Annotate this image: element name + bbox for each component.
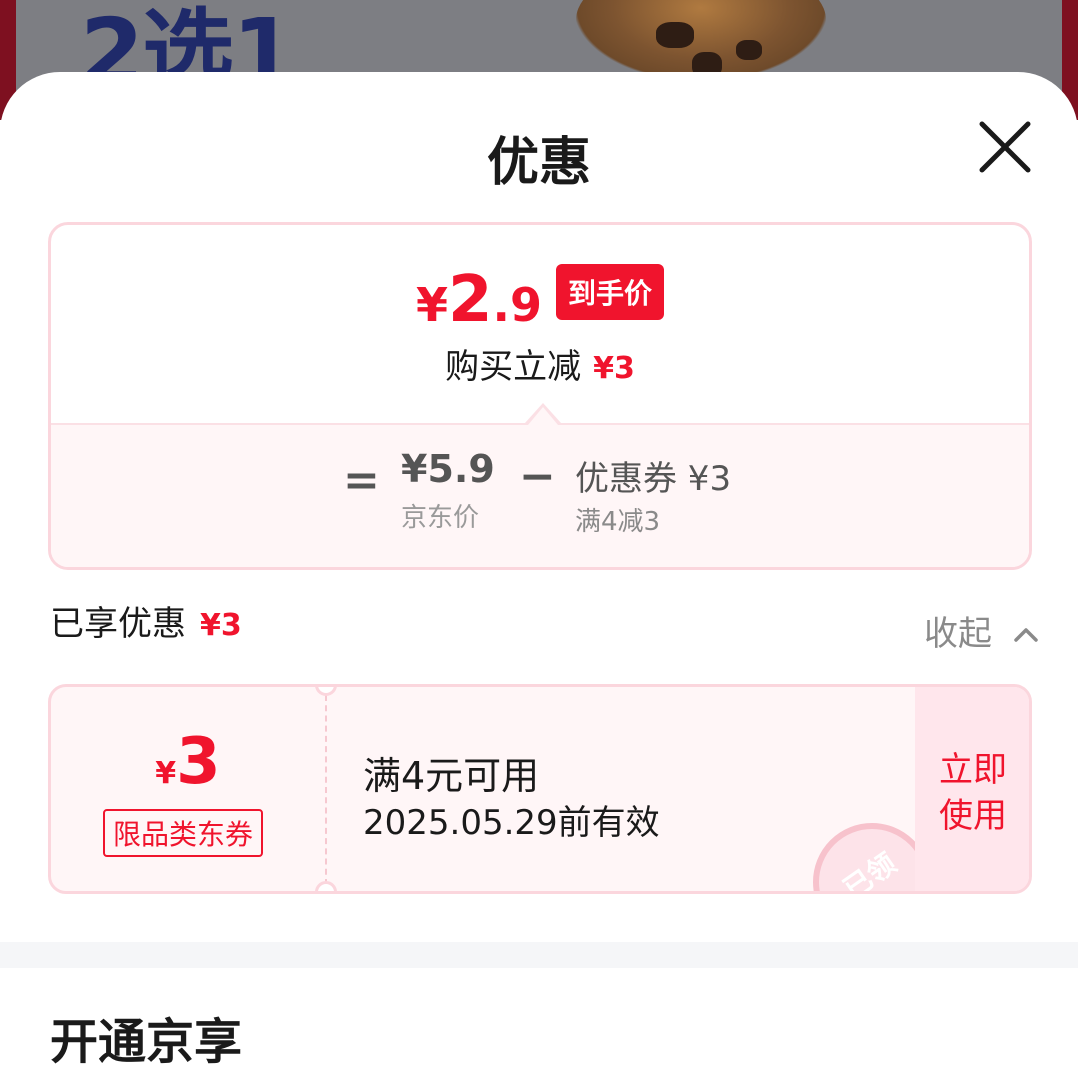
enjoyed-discount: 已享优惠 ¥3: [50, 596, 242, 645]
base-price: ¥5.9: [401, 447, 495, 491]
discount-sheet: 优惠 ¥2.9 到手价 购买立减 ¥3 = ¥5.9 京东价 − 优惠券 ¥3 满4…: [0, 72, 1078, 1070]
coupon-deduction: 优惠券 ¥3: [575, 459, 732, 499]
claimed-stamp-label: 已领: [837, 846, 903, 894]
section-divider: [0, 942, 1078, 968]
collapse-button[interactable]: 收起: [924, 606, 1039, 655]
price-formula: = ¥5.9 京东价 − 优惠券 ¥3 满4减3: [51, 423, 1029, 567]
close-button[interactable]: [976, 118, 1034, 176]
final-price-decimal: .9: [492, 278, 542, 332]
next-section-title: 开通京享: [50, 1014, 243, 1070]
coupon-card[interactable]: ¥3 限品类东券 满4元可用 2025.05.29前有效 已领 立即使用: [48, 684, 1032, 894]
minus-sign: −: [519, 451, 556, 502]
enjoyed-amount: ¥3: [200, 608, 242, 643]
close-icon: [979, 121, 1031, 173]
coupon-value-panel: ¥3 限品类东券: [51, 687, 325, 891]
instant-reduction: 购买立减 ¥3: [51, 339, 1029, 388]
use-now-label: 立即使用: [939, 750, 1007, 836]
collapse-label: 收起: [924, 614, 992, 654]
coupon-amount: ¥3: [51, 725, 325, 799]
chevron-up-icon: [1013, 612, 1039, 652]
coupon-validity: 2025.05.29前有效: [363, 803, 660, 843]
reduction-amount: ¥3: [593, 351, 635, 386]
use-now-button[interactable]: 立即使用: [915, 687, 1029, 891]
coupon-amount-number: 3: [176, 725, 221, 799]
coupon-condition: 满4元可用: [363, 754, 540, 798]
price-breakdown-card: ¥2.9 到手价 购买立减 ¥3 = ¥5.9 京东价 − 优惠券 ¥3 满4减3: [48, 222, 1032, 570]
reduction-label: 购买立减: [445, 347, 582, 387]
coupon-currency: ¥: [155, 756, 177, 791]
claimed-stamp-icon: 已领: [813, 823, 931, 894]
base-price-label: 京东价: [401, 503, 480, 533]
final-price: ¥2.9 到手价: [51, 263, 1029, 337]
final-price-currency: ¥: [415, 278, 448, 332]
coupon-divider: [325, 695, 327, 885]
product-image: [576, 0, 826, 80]
coupon-category-tag: 限品类东券: [103, 809, 264, 857]
coupon-cutout-bottom: [315, 881, 337, 891]
coupon-rule: 满4减3: [575, 507, 661, 537]
equals-sign: =: [343, 455, 380, 506]
final-price-badge: 到手价: [556, 264, 665, 320]
final-price-integer: 2: [447, 263, 493, 337]
sheet-title: 优惠: [486, 133, 591, 193]
enjoyed-label: 已享优惠: [50, 604, 186, 644]
